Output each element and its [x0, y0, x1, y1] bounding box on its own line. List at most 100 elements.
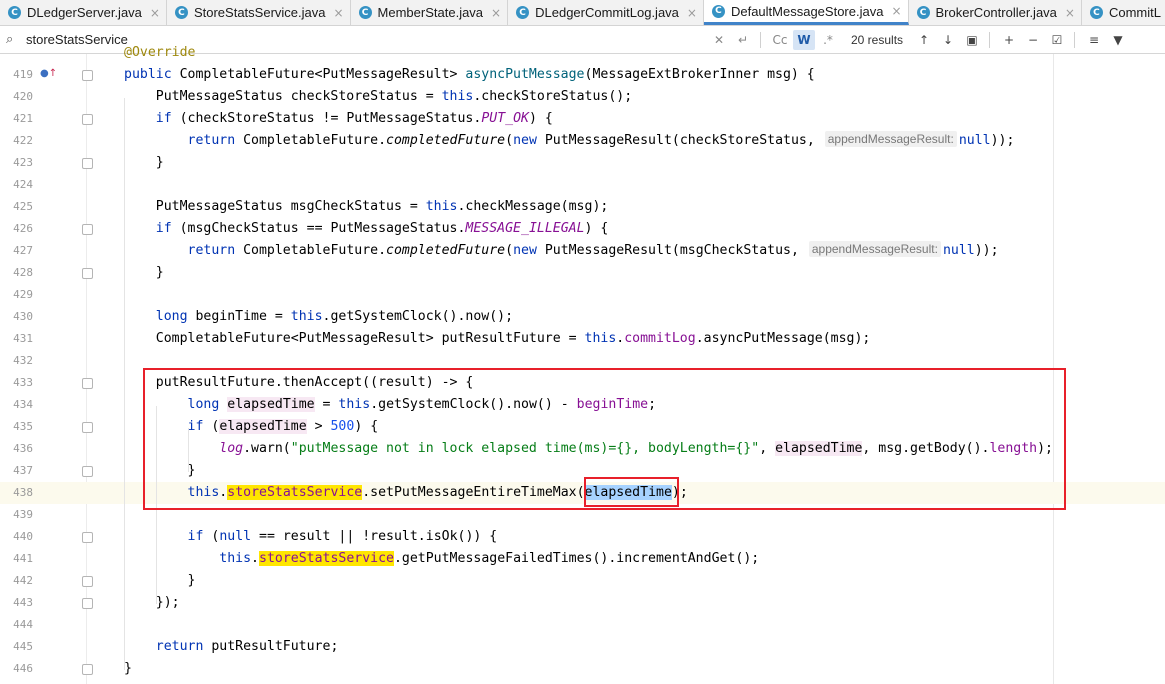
code-text: if (null == result || !result.isOk()) { [187, 529, 498, 544]
code-line[interactable]: 429 [0, 284, 1165, 306]
tab-label: CommitL [1108, 5, 1161, 20]
tab-label: MemberState.java [377, 5, 484, 20]
line-number: 420 [13, 90, 33, 103]
class-icon: C [358, 6, 372, 19]
line-number: 439 [13, 508, 33, 521]
fold-marker-icon[interactable] [82, 378, 93, 389]
close-icon[interactable]: × [333, 6, 343, 20]
code-line[interactable]: 443 }); [0, 592, 1165, 614]
code-editor[interactable]: @Override 419 ●↑ public CompletableFuture<P… [0, 45, 1165, 684]
fold-marker-icon[interactable] [82, 576, 93, 587]
code-text: } [124, 265, 164, 280]
code-line[interactable]: 431 CompletableFuture<PutMessageResult> … [0, 328, 1165, 350]
code-line[interactable]: 420 PutMessageStatus checkStoreStatus = … [0, 86, 1165, 108]
fold-marker-icon[interactable] [82, 422, 93, 433]
code-line[interactable]: 445 return putResultFuture; [0, 636, 1165, 658]
tab-brokercontroller[interactable]: C BrokerController.java × [909, 0, 1082, 25]
code-line[interactable]: 441 this.storeStatsService.getPutMessage… [0, 548, 1165, 570]
code-text: } [124, 573, 196, 588]
fold-marker-icon[interactable] [82, 664, 93, 675]
tab-defaultmessagestore[interactable]: C DefaultMessageStore.java × [703, 0, 909, 25]
fold-marker-icon[interactable] [82, 598, 93, 609]
class-icon: C [711, 4, 725, 18]
close-icon[interactable]: × [1065, 6, 1075, 20]
line-number: 445 [13, 640, 33, 653]
line-number: 429 [13, 288, 33, 301]
line-number: 427 [13, 244, 33, 257]
code-line[interactable]: 422 return CompletableFuture.completedFu… [0, 130, 1165, 152]
line-number: 440 [13, 530, 33, 543]
code-text: } [124, 155, 164, 170]
line-number: 444 [13, 618, 33, 631]
line-number: 421 [13, 112, 33, 125]
line-number: 443 [13, 596, 33, 609]
tab-dledgercommitlog[interactable]: C DLedgerCommitLog.java × [508, 0, 704, 25]
code-line[interactable]: 446} [0, 658, 1165, 680]
code-line[interactable]: @Override [0, 42, 1165, 64]
code-text: } [124, 661, 132, 676]
tab-commitl[interactable]: C CommitL [1082, 0, 1165, 25]
code-text: this.storeStatsService.getPutMessageFail… [219, 551, 760, 566]
code-text: return CompletableFuture.completedFuture… [187, 241, 999, 258]
close-icon[interactable]: × [687, 6, 697, 20]
code-line[interactable]: 427 return CompletableFuture.completedFu… [0, 240, 1165, 262]
close-icon[interactable]: × [491, 6, 501, 20]
editor-tab-bar: C DLedgerServer.java × C StoreStatsService.j… [0, 0, 1165, 26]
code-text: return CompletableFuture.completedFuture… [187, 131, 1015, 148]
class-icon: C [516, 6, 530, 19]
code-line[interactable]: 419 ●↑ public CompletableFuture<PutMessage… [0, 64, 1165, 86]
class-icon: C [8, 6, 21, 19]
fold-marker-icon[interactable] [82, 114, 93, 125]
tab-storestatsservice[interactable]: C StoreStatsService.java × [167, 0, 351, 25]
code-line[interactable]: 440 if (null == result || !result.isOk()… [0, 526, 1165, 548]
line-number: 430 [13, 310, 33, 323]
line-number: 446 [13, 662, 33, 675]
fold-marker-icon[interactable] [82, 224, 93, 235]
code-line[interactable]: 444 [0, 614, 1165, 636]
line-number: 438 [13, 486, 33, 499]
close-icon[interactable]: × [150, 6, 160, 20]
highlight-box-argument [584, 477, 679, 507]
tab-memberstate[interactable]: C MemberState.java × [351, 0, 509, 25]
code-text: long beginTime = this.getSystemClock().n… [155, 309, 514, 324]
line-number: 426 [13, 222, 33, 235]
line-number: 422 [13, 134, 33, 147]
code-line[interactable]: 430 long beginTime = this.getSystemClock… [0, 306, 1165, 328]
tab-dledgerserver[interactable]: C DLedgerServer.java × [0, 0, 167, 25]
line-number: 425 [13, 200, 33, 213]
indent-guide [124, 98, 125, 670]
code-line[interactable]: 425 PutMessageStatus msgCheckStatus = th… [0, 196, 1165, 218]
tab-label: StoreStatsService.java [193, 5, 326, 20]
class-icon: C [1089, 6, 1103, 19]
fold-marker-icon[interactable] [82, 158, 93, 169]
code-text: if (checkStoreStatus != PutMessageStatus… [155, 111, 553, 126]
code-text: return putResultFuture; [155, 639, 339, 654]
code-line[interactable]: 423 } [0, 152, 1165, 174]
code-line[interactable]: 442 } [0, 570, 1165, 592]
code-line[interactable]: 426 if (msgCheckStatus == PutMessageStat… [0, 218, 1165, 240]
class-icon: C [916, 6, 930, 19]
tab-label: DefaultMessageStore.java [730, 3, 884, 19]
fold-marker-icon[interactable] [82, 466, 93, 477]
code-line[interactable]: 424 [0, 174, 1165, 196]
fold-marker-icon[interactable] [82, 532, 93, 543]
line-number: 423 [13, 156, 33, 169]
line-number: 436 [13, 442, 33, 455]
class-icon: C [174, 6, 188, 19]
code-text: CompletableFuture<PutMessageResult> putR… [124, 331, 871, 346]
tab-label: DLedgerCommitLog.java [535, 5, 679, 20]
tab-label: BrokerController.java [935, 5, 1057, 20]
line-number: 433 [13, 376, 33, 389]
fold-marker-icon[interactable] [82, 70, 93, 81]
code-line[interactable]: 421 if (checkStoreStatus != PutMessageSt… [0, 108, 1165, 130]
code-text: PutMessageStatus msgCheckStatus = this.c… [124, 199, 609, 214]
line-number: 432 [13, 354, 33, 367]
close-icon[interactable]: × [891, 4, 901, 18]
line-number: 434 [13, 398, 33, 411]
line-number: 435 [13, 420, 33, 433]
code-line[interactable]: 428 } [0, 262, 1165, 284]
line-number: 441 [13, 552, 33, 565]
code-text: }); [124, 595, 180, 610]
fold-marker-icon[interactable] [82, 268, 93, 279]
override-marker-icon[interactable]: ●↑ [40, 68, 57, 79]
